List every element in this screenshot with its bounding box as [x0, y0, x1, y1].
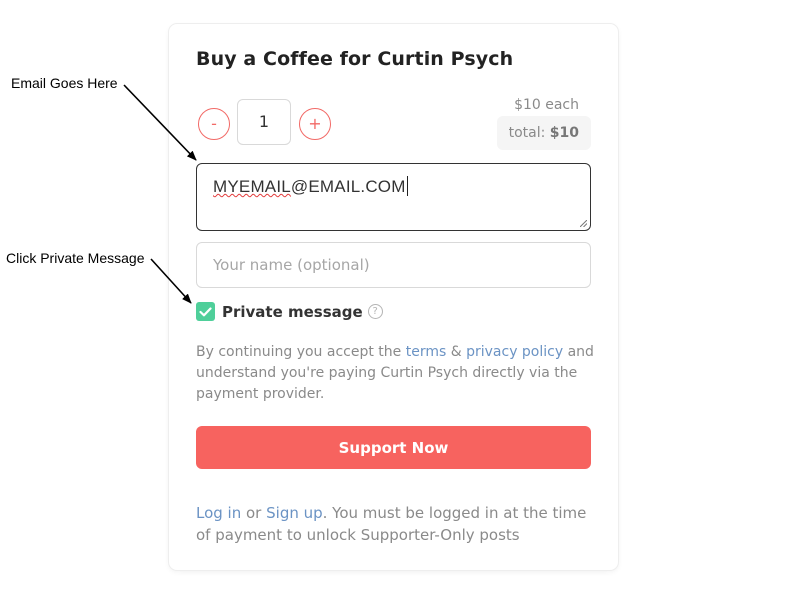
email-value-rest: @EMAIL.COM: [290, 177, 406, 196]
quantity-input[interactable]: 1: [237, 99, 291, 145]
price-total-badge: total: $10: [496, 116, 591, 150]
login-note: Log in or Sign up. You must be logged in…: [196, 502, 601, 546]
private-message-label[interactable]: Private message: [222, 303, 363, 321]
email-value: MYEMAIL@EMAIL.COM: [213, 176, 408, 196]
sign-up-link[interactable]: Sign up: [266, 504, 323, 522]
coffee-purchase-card: Buy a Coffee for Curtin Psych - 1 + $10 …: [169, 24, 618, 570]
price-each: $10 each: [514, 97, 579, 113]
checkmark-icon: [199, 306, 212, 316]
log-in-link[interactable]: Log in: [196, 504, 241, 522]
card-title: Buy a Coffee for Curtin Psych: [196, 48, 514, 70]
annotation-private-note: Click Private Message: [6, 250, 145, 266]
email-field[interactable]: MYEMAIL@EMAIL.COM: [196, 163, 591, 231]
screenshot-stage: Email Goes Here Click Private Message Bu…: [0, 0, 800, 600]
terms-link[interactable]: terms: [406, 344, 447, 360]
quantity-increase-button[interactable]: +: [299, 108, 331, 140]
legal-text: By continuing you accept the terms & pri…: [196, 342, 596, 405]
resize-grip-icon[interactable]: [580, 220, 587, 227]
privacy-policy-link[interactable]: privacy policy: [466, 344, 563, 360]
support-now-button[interactable]: Support Now: [196, 426, 591, 469]
legal-text-2: &: [446, 344, 467, 360]
annotation-email-note: Email Goes Here: [11, 75, 118, 91]
price-total-value: $10: [549, 125, 579, 141]
text-caret: [406, 176, 408, 196]
legal-text-1: By continuing you accept the: [196, 344, 406, 360]
email-value-misspelled: MYEMAIL: [213, 177, 291, 196]
price-total-label: total:: [508, 125, 546, 141]
quantity-decrease-button[interactable]: -: [198, 108, 230, 140]
private-message-checkbox[interactable]: [196, 302, 215, 321]
private-message-row: Private message ?: [196, 301, 383, 322]
name-field[interactable]: [196, 242, 591, 288]
help-icon[interactable]: ?: [367, 304, 383, 319]
login-note-text-1: or: [241, 504, 267, 522]
